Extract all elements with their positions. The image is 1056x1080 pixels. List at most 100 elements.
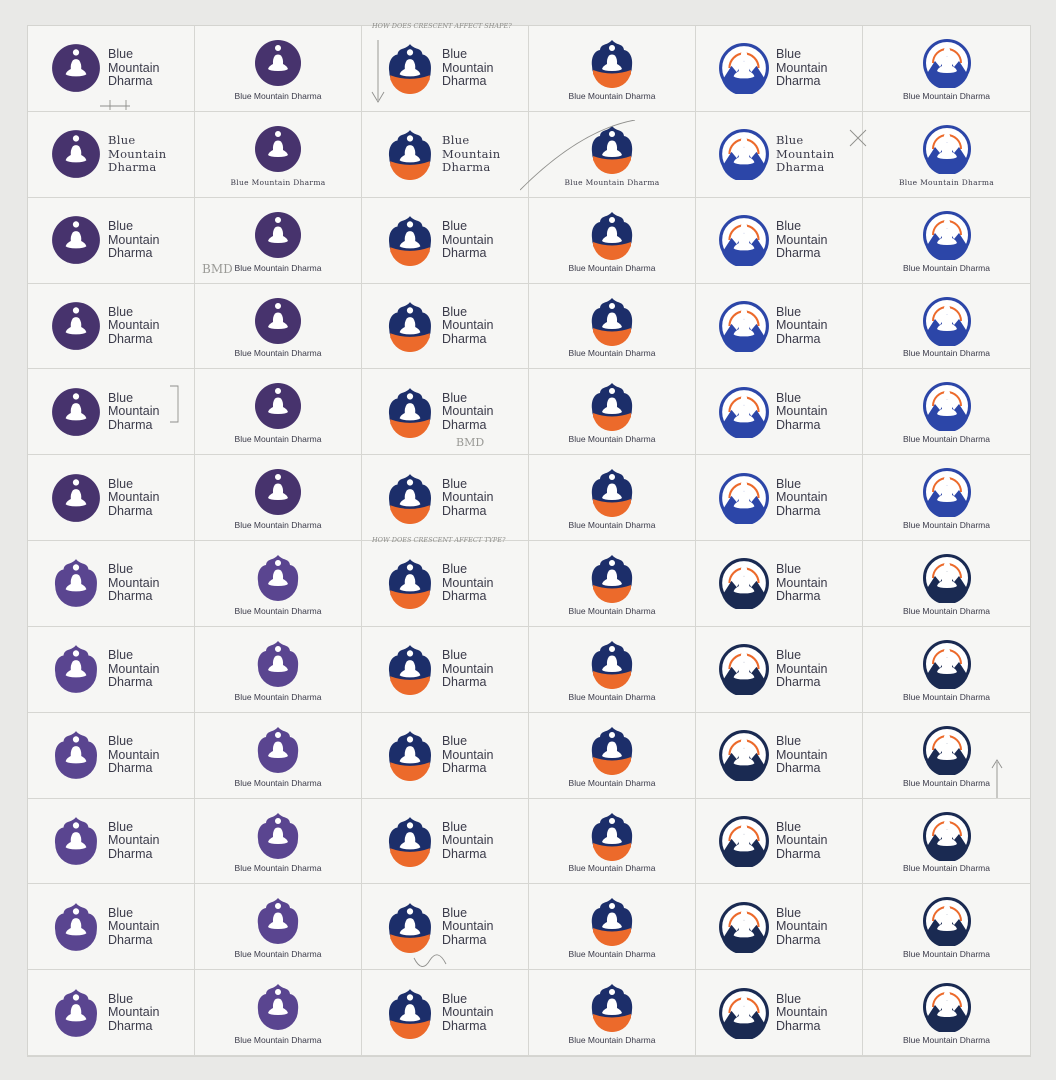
buddha-logo-icon: [253, 296, 303, 346]
brand-wordmark: Blue Mountain Dharma: [776, 820, 828, 862]
wordmark-line: Blue: [776, 132, 804, 147]
logo-cell: Blue Mountain Dharma: [863, 541, 1030, 627]
buddha-logo-icon: [587, 381, 637, 432]
wordmark-line: Dharma: [776, 159, 825, 174]
logo-cell: Blue Mountain Dharma: [529, 712, 696, 799]
wordmark-line: Mountain: [776, 747, 828, 762]
wordmark-line: Blue: [442, 476, 468, 491]
wordmark-line: Blue: [108, 218, 134, 233]
brand-wordmark: Blue Mountain Dharma: [903, 348, 990, 359]
logo-cell: Blue Mountain Dharma: [529, 970, 696, 1056]
buddha-logo-icon: [718, 128, 770, 181]
buddha-logo-icon: [253, 381, 303, 431]
logo-cell: Blue Mountain Dharma: [362, 111, 529, 198]
brand-wordmark: Blue Mountain Dharma: [234, 348, 322, 359]
wordmark-line: Blue: [776, 47, 802, 62]
horizontal-lockup: Blue Mountain Dharma: [362, 369, 528, 454]
buddha-logo-icon: [587, 896, 637, 947]
brand-wordmark: Blue Mountain Dharma: [568, 262, 656, 273]
horizontal-lockup: Blue Mountain Dharma: [28, 541, 194, 626]
wordmark-line: Blue: [442, 562, 468, 577]
buddha-logo-icon: [50, 729, 102, 781]
horizontal-lockup: Blue Mountain Dharma: [362, 884, 528, 969]
horizontal-lockup: Blue Mountain Dharma: [28, 369, 194, 454]
stacked-lockup: Blue Mountain Dharma: [529, 799, 695, 884]
brand-wordmark: Blue Mountain Dharma: [234, 520, 322, 530]
logo-cell: Blue Mountain Dharma: [362, 369, 529, 456]
wordmark-line: Mountain: [108, 232, 160, 247]
stacked-lockup: Blue Mountain Dharma: [863, 284, 1030, 369]
logo-cell: Blue Mountain Dharma: [529, 197, 696, 284]
horizontal-lockup: Blue Mountain Dharma: [362, 284, 528, 369]
buddha-logo-icon: [922, 553, 972, 603]
horizontal-lockup: Blue Mountain Dharma: [28, 970, 194, 1055]
logo-cell: Blue Mountain Dharma: [195, 455, 362, 541]
wordmark-line: Dharma: [776, 74, 821, 89]
buddha-logo-icon: [50, 557, 102, 609]
brand-wordmark: Blue Mountain Dharma: [234, 863, 322, 874]
wordmark-line: Dharma: [442, 674, 487, 689]
logo-cell: Blue Mountain Dharma: [529, 283, 696, 370]
buddha-logo-icon: [50, 386, 102, 438]
wordmark-line: Mountain: [108, 403, 160, 418]
wordmark-line: Blue: [776, 562, 802, 577]
logo-cell: Blue Mountain Dharma: [28, 970, 195, 1056]
wordmark-line: Mountain: [776, 833, 828, 848]
stacked-lockup: Blue Mountain Dharma: [529, 627, 695, 712]
buddha-logo-icon: [718, 815, 770, 867]
wordmark-line: Dharma: [442, 846, 487, 861]
wordmark-line: Dharma: [442, 159, 491, 174]
logo-cell: Blue Mountain Dharma: [28, 541, 195, 627]
wordmark-line: Dharma: [776, 1018, 821, 1033]
wordmark-line: Mountain: [776, 661, 828, 676]
wordmark-line: Dharma: [108, 245, 153, 260]
logo-cell: Blue Mountain Dharma: [28, 455, 195, 541]
logo-cell: Blue Mountain Dharma: [28, 798, 195, 885]
buddha-logo-icon: [384, 987, 436, 1039]
horizontal-lockup: Blue Mountain Dharma: [362, 713, 528, 798]
wordmark-line: Mountain: [776, 1004, 828, 1019]
brand-wordmark: Blue Mountain Dharma: [234, 1035, 322, 1045]
stacked-lockup: Blue Mountain Dharma: [863, 369, 1030, 454]
brand-wordmark: Blue Mountain Dharma: [903, 777, 990, 788]
stacked-lockup: Blue Mountain Dharma: [863, 627, 1030, 712]
logo-cell: Blue Mountain Dharma: [863, 197, 1030, 284]
logo-cell: Blue Mountain Dharma: [195, 798, 362, 885]
brand-wordmark: Blue Mountain Dharma: [903, 605, 990, 616]
buddha-logo-icon: [50, 901, 102, 953]
wordmark-line: Blue: [442, 218, 468, 233]
horizontal-lockup: Blue Mountain Dharma: [28, 112, 194, 197]
logo-cell: Blue Mountain Dharma: [28, 369, 195, 456]
brand-wordmark: Blue Mountain Dharma: [234, 949, 322, 960]
wordmark-line: Dharma: [776, 932, 821, 947]
logo-cell: Blue Mountain Dharma: [863, 26, 1030, 112]
logo-cell: Blue Mountain Dharma: [863, 712, 1030, 799]
wordmark-line: Mountain: [442, 60, 494, 75]
wordmark-line: Dharma: [108, 331, 153, 346]
buddha-logo-icon: [50, 42, 102, 94]
logo-cell: Blue Mountain Dharma: [195, 970, 362, 1056]
wordmark-line: Mountain: [776, 232, 828, 247]
stacked-lockup: Blue Mountain Dharma: [529, 541, 695, 626]
logo-cell: Blue Mountain Dharma: [863, 283, 1030, 370]
wordmark-line: Mountain: [776, 146, 835, 161]
stacked-lockup: Blue Mountain Dharma: [529, 884, 695, 969]
logo-cell: Blue Mountain Dharma: [863, 626, 1030, 713]
logo-cell: Blue Mountain Dharma: [696, 111, 863, 198]
annotation-crescent-type: HOW DOES CRESCENT AFFECT TYPE?: [372, 536, 506, 544]
wordmark-line: Mountain: [776, 918, 828, 933]
brand-wordmark: Blue Mountain Dharma: [108, 734, 159, 776]
horizontal-lockup: Blue Mountain Dharma: [362, 26, 528, 111]
buddha-logo-icon: [587, 639, 637, 689]
horizontal-lockup: Blue Mountain Dharma: [696, 627, 862, 712]
wordmark-line: Mountain: [442, 318, 494, 333]
buddha-logo-icon: [718, 729, 770, 782]
brand-wordmark: Blue Mountain Dharma: [903, 949, 990, 960]
buddha-logo-icon: [587, 982, 637, 1033]
wordmark-line: Dharma: [776, 760, 821, 775]
wordmark-line: Dharma: [776, 846, 821, 861]
wordmark-line: Blue: [442, 819, 468, 834]
brand-wordmark: Blue Mountain Dharma: [568, 434, 656, 445]
wordmark-line: Mountain: [442, 232, 494, 247]
wordmark-line: Blue: [442, 647, 468, 662]
